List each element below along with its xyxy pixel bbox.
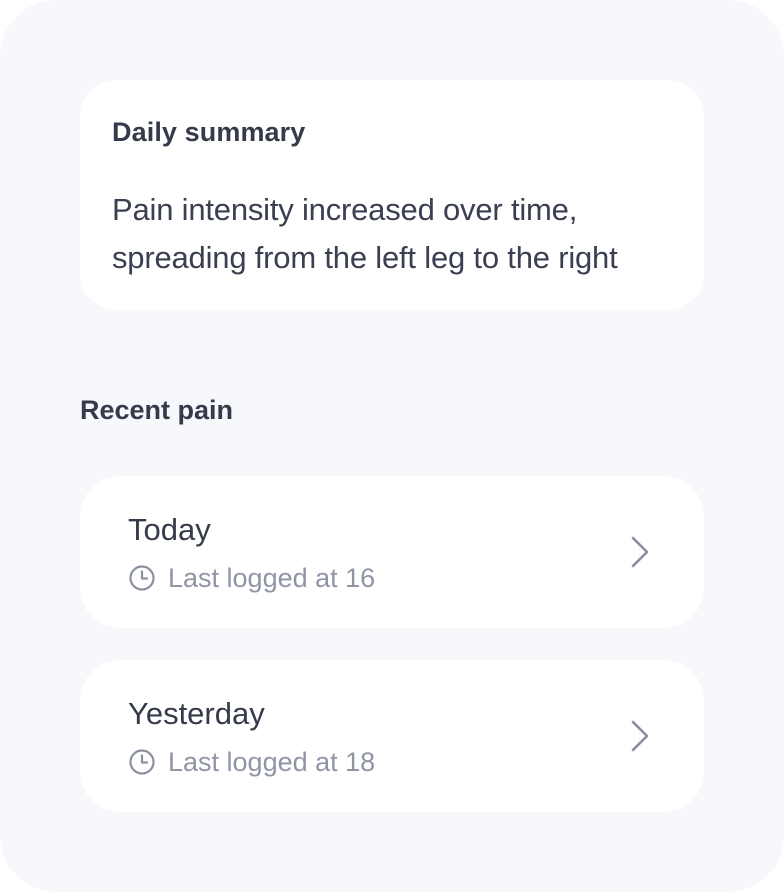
entry-last-logged: Last logged at 16 — [168, 563, 376, 593]
daily-summary-line-2: spreading from the left leg to the right — [112, 240, 618, 275]
entry-meta: Last logged at 16 — [128, 560, 375, 596]
daily-summary-line-1: Pain intensity increased over time, — [112, 192, 578, 227]
pain-panel: Daily summary Pain intensity increased o… — [0, 0, 784, 892]
daily-summary-title: Daily summary — [112, 117, 306, 147]
daily-summary-text: Pain intensity increased over time, spre… — [112, 186, 672, 282]
recent-pain-entry-today[interactable]: Today Last logged at 16 — [80, 476, 704, 628]
entry-meta: Last logged at 18 — [128, 744, 375, 780]
entry-day-label: Today — [128, 512, 211, 547]
chevron-right-icon[interactable] — [628, 534, 652, 570]
entry-day-label: Yesterday — [128, 696, 265, 731]
entry-last-logged: Last logged at 18 — [168, 747, 376, 777]
recent-pain-title: Recent pain — [80, 395, 234, 425]
recent-pain-entry-yesterday[interactable]: Yesterday Last logged at 18 — [80, 660, 704, 812]
chevron-right-icon[interactable] — [628, 718, 652, 754]
clock-icon — [129, 565, 155, 591]
daily-summary-card: Daily summary Pain intensity increased o… — [80, 80, 704, 310]
clock-icon — [129, 749, 155, 775]
